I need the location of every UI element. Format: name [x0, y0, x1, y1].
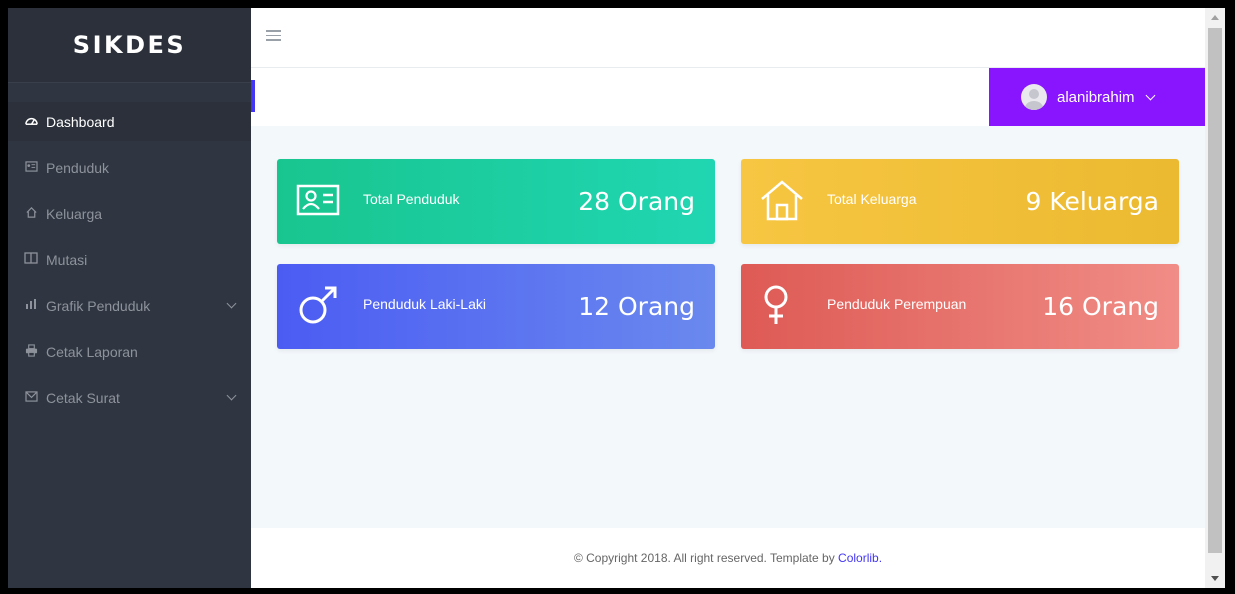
sidebar-item-grafik-penduduk[interactable]: Grafik Penduduk: [8, 286, 251, 325]
card-label: Total Keluarga: [827, 191, 917, 207]
card-label: Total Penduduk: [363, 191, 460, 207]
sidebar-item-cetak-surat[interactable]: Cetak Surat: [8, 378, 251, 417]
sidebar-item-label: Cetak Surat: [46, 389, 120, 406]
app-window: SIKDES Dashboard Penduduk Keluarga Mutas…: [8, 8, 1225, 588]
card-value: 16 Orang: [1042, 292, 1159, 321]
sidebar-item-dashboard[interactable]: Dashboard: [8, 102, 251, 141]
chevron-down-icon[interactable]: [226, 298, 237, 309]
card-total-penduduk[interactable]: Total Penduduk 28 Orang: [277, 159, 715, 244]
female-icon: [759, 282, 805, 328]
footer: © Copyright 2018. All right reserved. Te…: [251, 528, 1205, 588]
sidebar-item-cetak-laporan[interactable]: Cetak Laporan: [8, 332, 251, 371]
sub-header: alanibrahim: [251, 68, 1205, 126]
card-value: 28 Orang: [578, 187, 695, 216]
printer-icon: [24, 343, 38, 360]
scroll-down-arrow-icon[interactable]: [1211, 576, 1219, 581]
home-icon: [24, 206, 38, 222]
chevron-down-icon: [1145, 90, 1155, 100]
brand-logo[interactable]: SIKDES: [8, 8, 251, 83]
sidebar-item-label: Keluarga: [46, 205, 103, 222]
sidebar-nav: Dashboard Penduduk Keluarga Mutasi Grafi…: [8, 102, 251, 424]
card-total-keluarga[interactable]: Total Keluarga 9 Keluarga: [741, 159, 1179, 244]
chevron-down-icon[interactable]: [226, 390, 237, 401]
dashboard-icon: [24, 114, 38, 130]
male-icon: [295, 282, 341, 328]
accent-bar: [251, 80, 255, 112]
hamburger-icon[interactable]: [266, 30, 281, 42]
id-card-icon: [295, 177, 341, 223]
sidebar-item-mutasi[interactable]: Mutasi: [8, 240, 251, 279]
sidebar-item-penduduk[interactable]: Penduduk: [8, 148, 251, 187]
sidebar-item-label: Dashboard: [46, 113, 115, 130]
sidebar: SIKDES Dashboard Penduduk Keluarga Mutas…: [8, 8, 251, 588]
scroll-up-arrow-icon[interactable]: [1211, 15, 1219, 20]
mail-icon: [24, 390, 38, 405]
card-label: Penduduk Laki-Laki: [363, 296, 486, 312]
sidebar-item-label: Grafik Penduduk: [46, 297, 151, 314]
id-card-icon: [24, 160, 38, 175]
footer-copyright: © Copyright 2018. All right reserved. Te…: [573, 551, 839, 565]
avatar-icon: [1021, 84, 1047, 110]
card-label: Penduduk Perempuan: [827, 296, 967, 312]
card-value: 12 Orang: [578, 292, 695, 321]
user-menu[interactable]: alanibrahim: [989, 68, 1205, 126]
user-name: alanibrahim: [1057, 88, 1135, 106]
sidebar-item-label: Penduduk: [46, 159, 110, 176]
sidebar-item-label: Mutasi: [46, 251, 88, 268]
bar-chart-icon: [24, 298, 38, 313]
home-icon: [759, 177, 805, 223]
sidebar-item-keluarga[interactable]: Keluarga: [8, 194, 251, 233]
brand-title: SIKDES: [72, 31, 187, 59]
card-value: 9 Keluarga: [1025, 187, 1159, 216]
sidebar-item-label: Cetak Laporan: [46, 343, 138, 360]
vertical-scrollbar[interactable]: [1205, 8, 1225, 588]
card-penduduk-perempuan[interactable]: Penduduk Perempuan 16 Orang: [741, 264, 1179, 349]
colorlib-link[interactable]: Colorlib.: [838, 551, 882, 565]
top-header: [251, 8, 1205, 68]
book-icon: [24, 252, 38, 267]
scrollbar-thumb[interactable]: [1208, 28, 1222, 553]
card-penduduk-laki-laki[interactable]: Penduduk Laki-Laki 12 Orang: [277, 264, 715, 349]
